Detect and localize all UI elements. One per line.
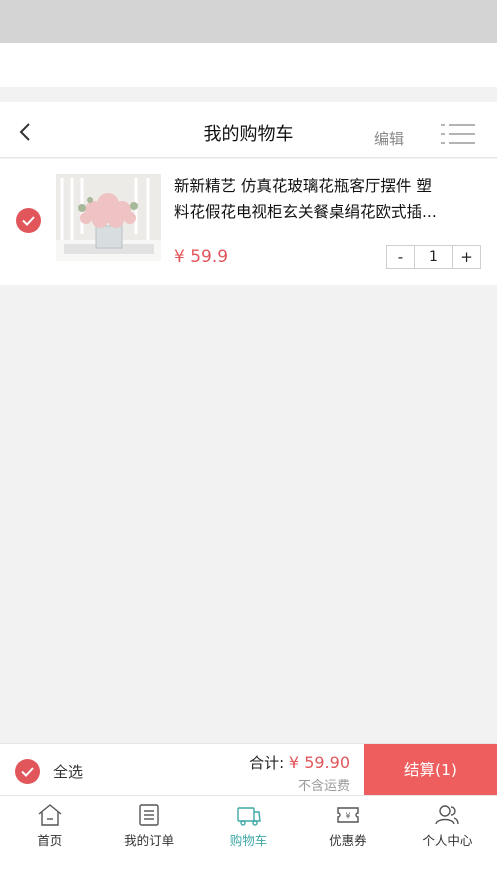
quantity-stepper: - 1 +	[386, 245, 481, 269]
increment-button[interactable]: +	[453, 246, 480, 268]
tab-coupons[interactable]: ¥ 优惠券	[298, 796, 397, 853]
shipping-note: 不含运费	[297, 779, 350, 794]
home-icon	[38, 804, 62, 826]
checkmark-icon	[15, 759, 40, 784]
tab-cart-label: 购物车	[229, 833, 268, 848]
nav-bar: 我的购物车 编辑	[0, 102, 497, 158]
decrement-button[interactable]: -	[387, 246, 414, 268]
tab-profile-label: 个人中心	[422, 833, 473, 848]
item-checkbox[interactable]	[16, 208, 41, 233]
edit-button[interactable]: 编辑	[374, 128, 404, 149]
page-title: 我的购物车	[203, 124, 294, 145]
tab-cart[interactable]: 购物车	[199, 796, 298, 853]
select-all-label[interactable]: 全选	[53, 761, 83, 782]
tab-profile[interactable]: 个人中心	[398, 796, 497, 853]
checkout-bar: 全选 合计: ¥ 59.90 不含运费 结算(1)	[0, 743, 497, 796]
product-price: ¥ 59.9	[174, 247, 229, 267]
tab-home-label: 首页	[37, 833, 63, 848]
tab-coupons-label: 优惠券	[329, 833, 367, 848]
menu-button[interactable]	[440, 122, 476, 146]
product-title-line1: 新新精艺 仿真花玻璃花瓶客厅摆件 塑	[174, 177, 432, 195]
cart-icon	[236, 807, 261, 826]
top-spacer	[0, 43, 497, 87]
total-amount: ¥ 59.90	[288, 753, 350, 772]
tab-home[interactable]: 首页	[0, 796, 99, 853]
quantity-value[interactable]: 1	[414, 246, 453, 268]
product-image[interactable]	[56, 174, 161, 261]
list-icon	[441, 124, 475, 144]
order-icon	[139, 804, 159, 826]
coupon-icon: ¥	[337, 807, 359, 823]
checkmark-icon	[16, 208, 41, 233]
tab-orders-label: 我的订单	[124, 833, 175, 848]
total-summary: 合计: ¥ 59.90 不含运费	[249, 752, 350, 794]
flower-vase-image	[56, 174, 161, 261]
tab-bar: 首页 我的订单 购物车 ¥ 优惠券 个人中心	[0, 795, 497, 853]
svg-text:¥: ¥	[345, 812, 350, 821]
user-icon	[435, 805, 460, 825]
product-title-line2: 料花假花电视柜玄关餐桌绢花欧式插...	[174, 203, 437, 221]
checkout-button[interactable]: 结算(1)	[364, 744, 497, 796]
product-title[interactable]: 新新精艺 仿真花玻璃花瓶客厅摆件 塑 料花假花电视柜玄关餐桌绢花欧式插...	[174, 173, 484, 225]
tab-orders[interactable]: 我的订单	[99, 796, 198, 853]
select-all-checkbox[interactable]	[15, 759, 40, 784]
bottom-safe-area	[0, 853, 497, 883]
total-label: 合计:	[249, 754, 285, 772]
status-bar	[0, 0, 497, 43]
